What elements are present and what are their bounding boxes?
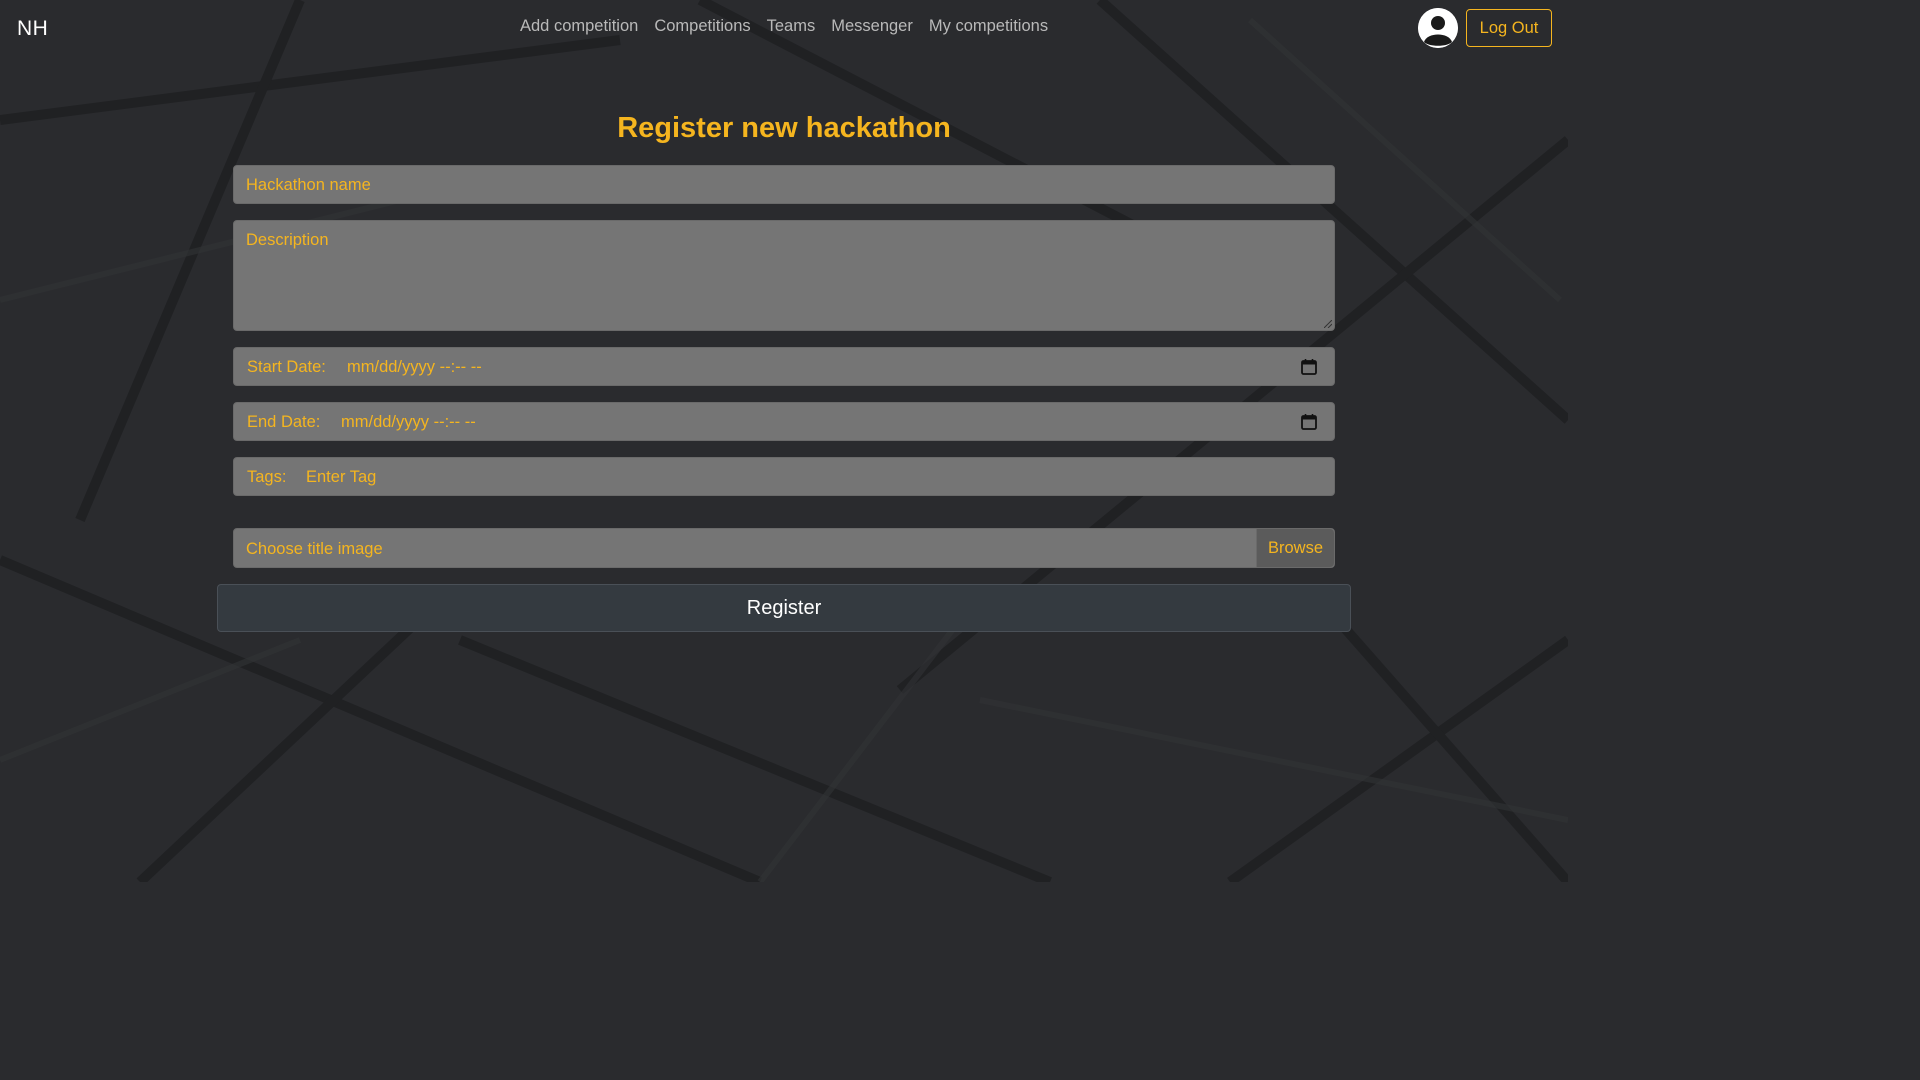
- register-button[interactable]: Register: [217, 584, 1351, 632]
- start-date-field[interactable]: Start Date: mm/dd/yyyy --:-- --: [233, 347, 1335, 386]
- title-image-file-input[interactable]: Choose title image Browse: [233, 528, 1335, 568]
- calendar-icon[interactable]: [1300, 413, 1318, 431]
- calendar-icon[interactable]: [1300, 358, 1318, 376]
- start-date-input[interactable]: mm/dd/yyyy --:-- --: [347, 358, 482, 377]
- top-navbar: NH Add competition Competitions Teams Me…: [0, 0, 1568, 60]
- nav-link-my-competitions[interactable]: My competitions: [921, 17, 1056, 36]
- brand-logo[interactable]: NH: [17, 17, 48, 41]
- end-date-label: End Date:: [247, 413, 321, 431]
- tags-input[interactable]: Enter Tag: [306, 468, 376, 487]
- start-date-label: Start Date:: [247, 358, 326, 376]
- tags-field[interactable]: Tags: Enter Tag: [233, 457, 1335, 496]
- tags-label: Tags:: [247, 468, 287, 486]
- nav-link-add-competition[interactable]: Add competition: [512, 17, 646, 36]
- page-title: Register new hackathon: [617, 112, 951, 144]
- nav-link-teams[interactable]: Teams: [759, 17, 824, 36]
- nav-links: Add competition Competitions Teams Messe…: [512, 17, 1056, 36]
- description-placeholder: Description: [246, 231, 329, 249]
- logout-button[interactable]: Log Out: [1466, 9, 1552, 47]
- hackathon-name-input[interactable]: Hackathon name: [233, 165, 1335, 204]
- resize-grip-icon[interactable]: [1324, 320, 1332, 328]
- title-image-placeholder: Choose title image: [246, 540, 383, 558]
- description-textarea[interactable]: Description: [233, 220, 1335, 331]
- hackathon-name-placeholder: Hackathon name: [246, 176, 371, 194]
- user-avatar-icon[interactable]: [1418, 8, 1458, 48]
- end-date-input[interactable]: mm/dd/yyyy --:-- --: [341, 413, 476, 432]
- end-date-field[interactable]: End Date: mm/dd/yyyy --:-- --: [233, 402, 1335, 441]
- browse-button[interactable]: Browse: [1256, 529, 1334, 567]
- nav-link-competitions[interactable]: Competitions: [646, 17, 758, 36]
- nav-link-messenger[interactable]: Messenger: [823, 17, 921, 36]
